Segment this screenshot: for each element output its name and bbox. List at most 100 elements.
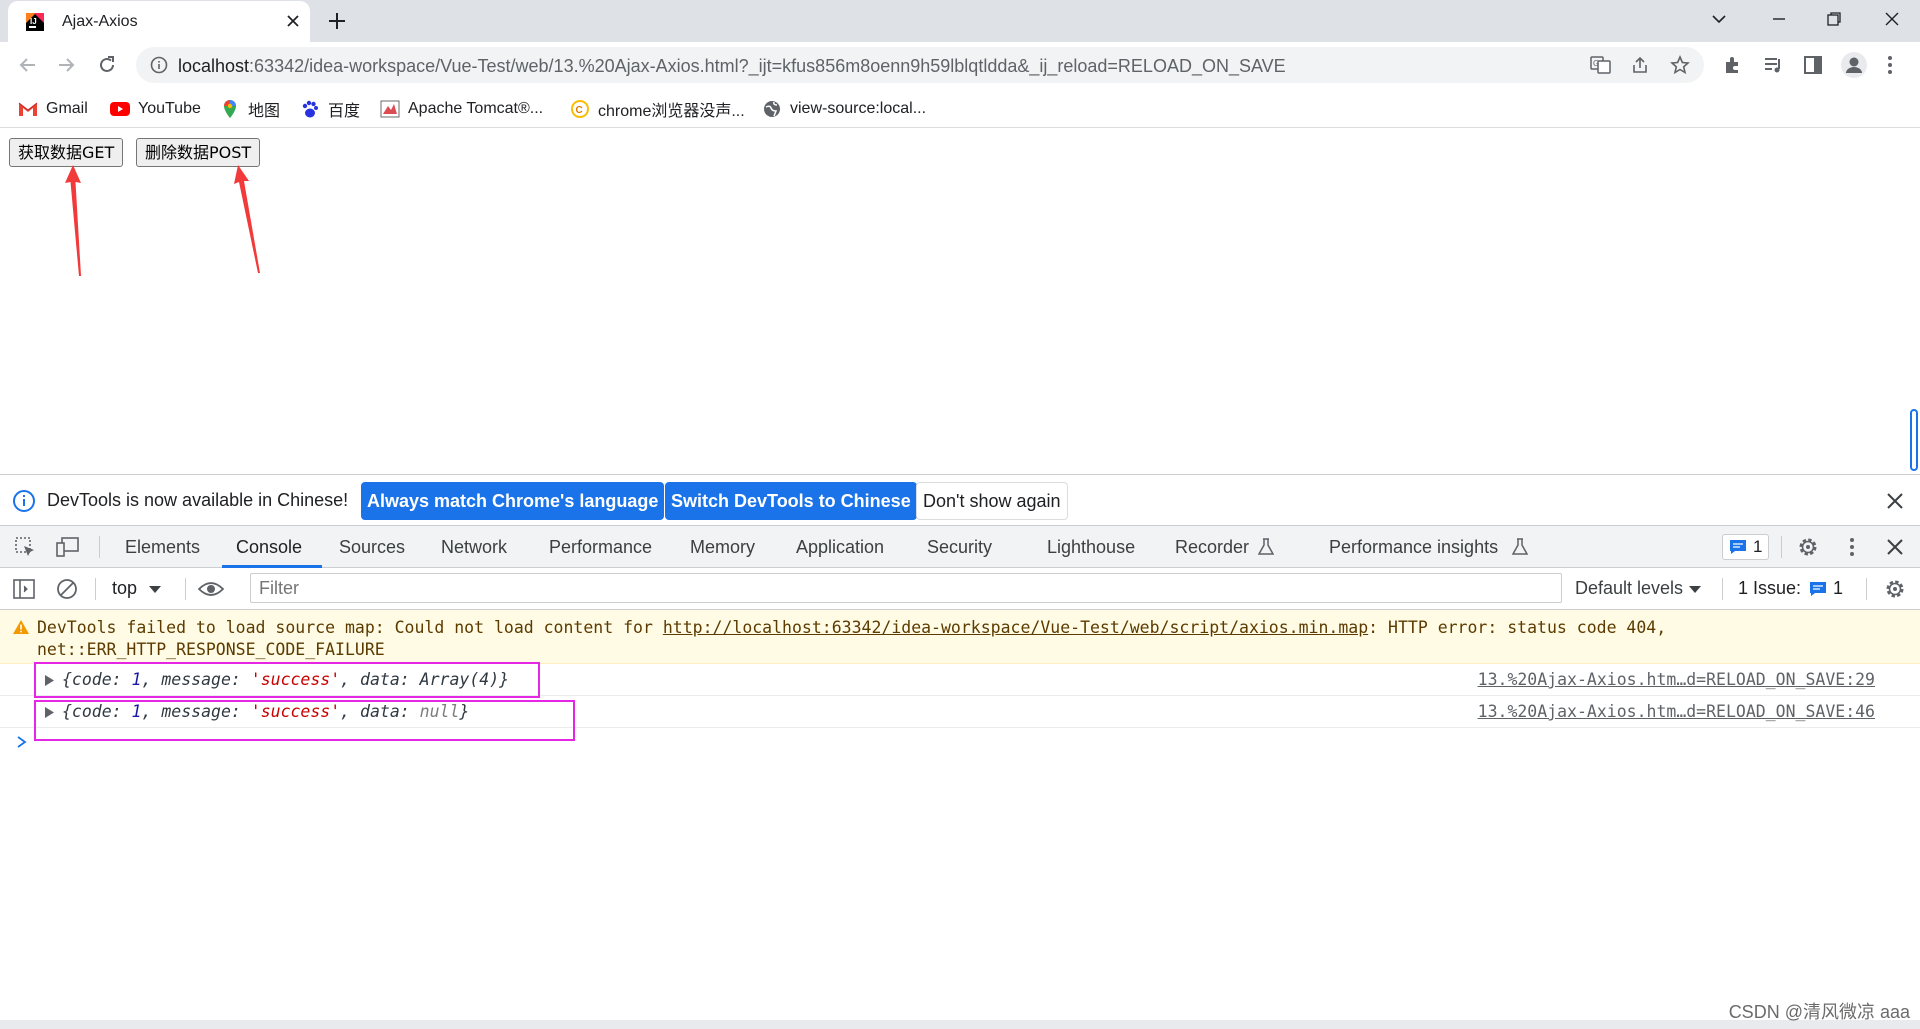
extensions-icon[interactable] xyxy=(1722,54,1744,76)
tab-elements[interactable]: Elements xyxy=(125,526,200,568)
warning-text: DevTools failed to load source map: Coul… xyxy=(37,617,1666,661)
address-bar[interactable]: localhost:63342/idea-workspace/Vue-Test/… xyxy=(136,47,1704,83)
chrome-menu-icon[interactable] xyxy=(1886,54,1894,76)
filter-input[interactable] xyxy=(251,574,1561,602)
live-expression-eye-icon[interactable] xyxy=(198,579,224,599)
bookmark-label: 地图 xyxy=(248,103,281,120)
source-map-link[interactable]: http://localhost:63342/idea-workspace/Vu… xyxy=(663,618,1368,637)
issues-counter-badge[interactable]: 1 xyxy=(1722,534,1770,560)
reload-icon[interactable] xyxy=(96,54,118,76)
bookmark-youtube[interactable]: YouTube xyxy=(110,98,201,120)
tab-recorder[interactable]: Recorder xyxy=(1175,526,1249,568)
devtools-language-infobar: DevTools is now available in Chinese! Al… xyxy=(0,474,1920,526)
profile-avatar-icon[interactable] xyxy=(1840,51,1868,79)
bookmark-maps[interactable]: 地图 xyxy=(220,98,280,120)
log-source-link[interactable]: 13.%20Ajax-Axios.htm…d=RELOAD_ON_SAVE:46 xyxy=(1478,702,1875,721)
bookmark-gmail[interactable]: Gmail xyxy=(18,98,88,120)
settings-gear-icon[interactable] xyxy=(1796,535,1820,559)
warning-triangle-icon xyxy=(12,619,30,635)
forward-icon[interactable] xyxy=(56,54,78,76)
browser-tab[interactable]: IJ Ajax-Axios xyxy=(8,1,310,42)
back-icon[interactable] xyxy=(16,54,38,76)
bookmark-view-source[interactable]: view-source:local... xyxy=(762,98,926,120)
csdn-watermark: CSDN @清风微凉 aaa xyxy=(1728,1002,1910,1022)
console-sidebar-icon[interactable] xyxy=(12,578,36,600)
devtools-tab-bar: Elements Console Sources Network Perform… xyxy=(0,526,1920,568)
tab-lighthouse[interactable]: Lighthouse xyxy=(1047,526,1135,568)
info-icon xyxy=(12,489,36,513)
bookmark-star-icon[interactable] xyxy=(1670,55,1690,75)
intellij-favicon-icon: IJ xyxy=(26,13,44,31)
console-prompt-icon[interactable] xyxy=(16,735,28,749)
restore-icon[interactable] xyxy=(1825,10,1843,28)
tab-application[interactable]: Application xyxy=(796,526,884,568)
bookmark-tomcat[interactable]: Apache Tomcat®... xyxy=(380,98,543,120)
tab-network[interactable]: Network xyxy=(441,526,507,568)
url-path: :63342/idea-workspace/Vue-Test/web/13.%2… xyxy=(249,56,1286,76)
switch-devtools-chinese-button[interactable]: Switch DevTools to Chinese xyxy=(665,482,917,520)
flask-icon xyxy=(1258,538,1274,556)
message-icon xyxy=(1810,581,1827,596)
tab-console[interactable]: Console xyxy=(236,526,302,568)
warning-text-part: : HTTP error: status code 404, xyxy=(1368,618,1667,637)
infobar-close-icon[interactable] xyxy=(1885,491,1905,511)
tab-close-icon[interactable] xyxy=(286,14,300,28)
infobar-message: DevTools is now available in Chinese! xyxy=(47,490,349,510)
window-close-icon[interactable] xyxy=(1883,10,1901,28)
log-levels-dropdown[interactable]: Default levels xyxy=(1575,578,1702,599)
tomcat-icon xyxy=(380,99,400,119)
divider xyxy=(99,536,100,558)
csdn-c-icon: C xyxy=(570,99,590,119)
tab-performance[interactable]: Performance xyxy=(549,526,652,568)
tab-title: Ajax-Axios xyxy=(62,13,138,30)
svg-text:IJ: IJ xyxy=(30,17,37,26)
inspect-element-icon[interactable] xyxy=(14,536,36,558)
context-selector[interactable]: top xyxy=(112,578,162,599)
divider xyxy=(95,578,96,600)
bookmark-chrome-sound[interactable]: C chrome浏览器没声... xyxy=(570,98,745,120)
issue-count: 1 xyxy=(1833,578,1844,598)
media-control-icon[interactable] xyxy=(1762,54,1784,76)
url-host: localhost xyxy=(178,56,250,76)
bookmarks-bar: Gmail YouTube 地图 百度 Apache Tomcat®... C … xyxy=(0,88,1920,128)
browser-toolbar: localhost:63342/idea-workspace/Vue-Test/… xyxy=(0,42,1920,88)
dont-show-again-button[interactable]: Don't show again xyxy=(916,482,1068,520)
levels-label: Default levels xyxy=(1575,578,1684,598)
devtools-menu-icon[interactable] xyxy=(1848,536,1856,558)
tab-sources[interactable]: Sources xyxy=(339,526,405,568)
console-settings-gear-icon[interactable] xyxy=(1883,577,1907,601)
flask-icon xyxy=(1512,538,1528,556)
tab-search-chevron-icon[interactable] xyxy=(1710,10,1728,28)
minimize-icon[interactable] xyxy=(1770,10,1788,28)
youtube-icon xyxy=(110,99,130,119)
new-tab-icon[interactable] xyxy=(326,10,348,32)
console-filter-box[interactable] xyxy=(250,573,1562,603)
device-toolbar-icon[interactable] xyxy=(56,536,80,558)
side-panel-icon[interactable] xyxy=(1802,54,1824,76)
always-match-language-button[interactable]: Always match Chrome's language xyxy=(361,482,665,520)
tab-performance-insights[interactable]: Performance insights xyxy=(1329,526,1498,568)
url-text[interactable]: localhost:63342/idea-workspace/Vue-Test/… xyxy=(178,56,1286,77)
log-source-link[interactable]: 13.%20Ajax-Axios.htm…d=RELOAD_ON_SAVE:29 xyxy=(1478,670,1875,689)
message-icon xyxy=(1730,540,1746,554)
bookmark-label: Gmail xyxy=(46,100,88,117)
translate-icon[interactable]: G xyxy=(1590,55,1612,75)
divider xyxy=(1722,578,1723,600)
clear-console-icon[interactable] xyxy=(56,578,78,600)
annotation-arrows xyxy=(65,165,260,276)
svg-text:C: C xyxy=(576,105,583,116)
issue-label: 1 Issue: xyxy=(1738,578,1802,598)
site-info-icon[interactable] xyxy=(150,56,168,74)
page-scrollbar-thumb[interactable] xyxy=(1910,409,1918,471)
bookmark-label: YouTube xyxy=(138,100,201,117)
bookmark-label: 百度 xyxy=(328,103,361,120)
share-icon[interactable] xyxy=(1630,55,1650,75)
tab-security[interactable]: Security xyxy=(927,526,992,568)
issues-count: 1 xyxy=(1753,537,1763,556)
red-arrow-post xyxy=(234,165,260,273)
devtools-close-icon[interactable] xyxy=(1886,538,1904,556)
tab-memory[interactable]: Memory xyxy=(690,526,755,568)
bookmark-baidu[interactable]: 百度 xyxy=(300,98,360,120)
issues-link[interactable]: 1 Issue: 1 xyxy=(1738,578,1843,599)
highlight-box-first-log xyxy=(34,662,540,698)
